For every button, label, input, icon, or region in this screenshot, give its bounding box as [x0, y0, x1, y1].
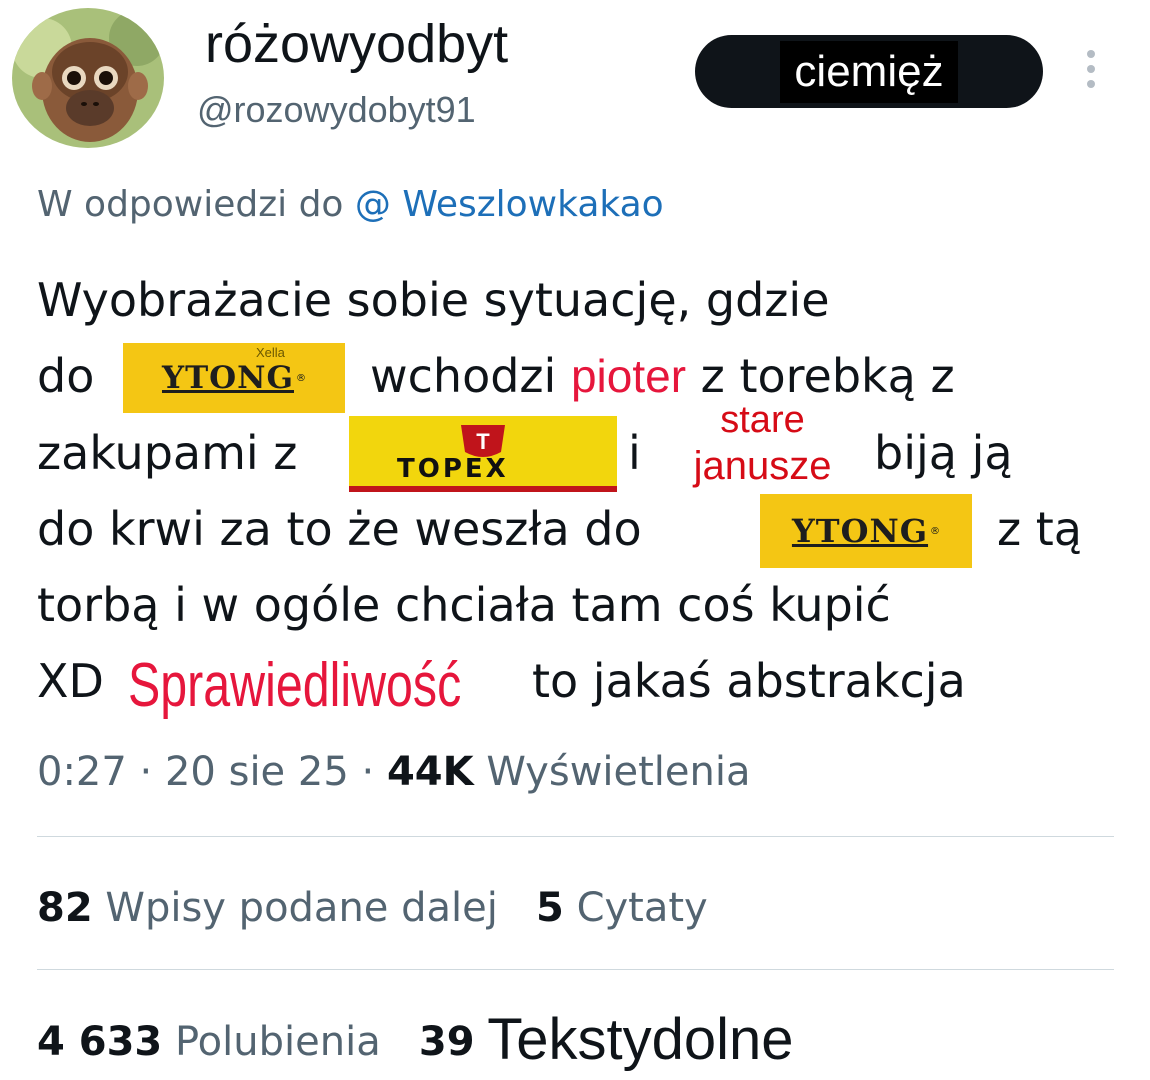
quotes-count: 5	[536, 885, 564, 931]
ytong-logo-2: YTONG ®	[760, 494, 972, 568]
overlay-word-janusze: janusze	[693, 444, 832, 488]
topex-logo-text: TOPEX	[397, 454, 509, 484]
tweet-word-wchodzi: wchodzi	[370, 349, 557, 403]
tweet-line-2-end: z torebką z	[700, 349, 955, 403]
stare-janusze-overlay: stare janusze	[660, 400, 865, 492]
tweet-line-3-start: zakupami z	[37, 426, 298, 480]
stats-row-1: 82 Wpisy podane dalej 5 Cytaty	[37, 880, 708, 936]
reply-context: W odpowiedzi do @ Weszlowkakao	[37, 180, 664, 230]
retweets-label: Wpisy podane dalej	[105, 885, 498, 931]
ytong-logo-text: YTONG	[161, 360, 294, 396]
ytong-reg-mark-2: ®	[930, 525, 941, 537]
meta-separator: ·	[139, 749, 153, 795]
topex-logo: T TOPEX	[349, 416, 617, 492]
quotes-stat[interactable]: 5 Cytaty	[536, 885, 708, 931]
divider	[37, 969, 1114, 970]
tweet-meta: 0:27 · 20 sie 25 · 44K Wyświetlenia	[37, 744, 751, 800]
monkey-avatar-icon	[12, 8, 164, 148]
tweet-line-3-end: biją ją	[874, 426, 1013, 480]
bookmarks-stat[interactable]: 39 Tekstydolne	[418, 1011, 794, 1069]
retweets-stat[interactable]: 82 Wpisy podane dalej	[37, 885, 498, 931]
bookmarks-label: Tekstydolne	[487, 1007, 794, 1072]
likes-label: Polubienia	[174, 1019, 381, 1065]
tweet-time[interactable]: 0:27	[37, 749, 127, 795]
views-count: 44K	[386, 749, 474, 795]
retweets-count: 82	[37, 885, 93, 931]
likes-count: 4 633	[37, 1019, 163, 1065]
stats-row-2: 4 633 Polubienia 39 Tekstydolne	[37, 1011, 794, 1070]
quotes-label: Cytaty	[576, 885, 708, 931]
tweet-word-xd: XD	[37, 654, 104, 708]
ytong-reg-mark: ®	[296, 372, 306, 384]
tweet-red-name: pioter	[570, 350, 687, 402]
tweet-line-5: torbą i w ogóle chciała tam coś kupić	[37, 578, 891, 632]
overlay-word-stare: stare	[720, 399, 805, 441]
tweet-line-1: Wyobrażacie sobie sytuację, gdzie	[37, 273, 830, 327]
reply-handle-link[interactable]: @ Weszlowkakao	[355, 184, 664, 225]
tweet-word-do: do	[37, 349, 95, 403]
views-label: Wyświetlenia	[486, 749, 751, 795]
follow-button-label: ciemięż	[780, 40, 958, 103]
tweet-word-i: i	[628, 426, 641, 480]
bookmarks-count: 39	[418, 1019, 475, 1065]
likes-stat[interactable]: 4 633 Polubienia	[37, 1019, 381, 1065]
divider	[37, 836, 1114, 837]
follow-button[interactable]: ciemięż	[695, 35, 1043, 108]
avatar[interactable]	[12, 8, 164, 148]
user-handle[interactable]: @rozowydobyt91	[197, 88, 476, 132]
xella-label: Xella	[256, 345, 285, 360]
tweet-line-6-end: to jakaś abstrakcja	[532, 654, 966, 708]
meta-separator: ·	[361, 749, 375, 795]
tweet-line-4-end: z tą	[997, 502, 1082, 556]
ytong-logo-text-2: YTONG	[791, 512, 929, 550]
svg-text:T: T	[476, 429, 490, 454]
tweet-line-4-start: do krwi za to że weszła do	[37, 502, 642, 556]
reply-prefix: W odpowiedzi do	[37, 184, 344, 225]
more-vertical-icon[interactable]	[1078, 50, 1104, 96]
tweet-date[interactable]: 20 sie 25	[165, 749, 349, 795]
ytong-logo: Xella YTONG ®	[123, 343, 345, 413]
display-name[interactable]: różowyodbyt	[205, 12, 508, 76]
tweet-red-sprawiedliwosc: Sprawiedliwość	[128, 651, 462, 720]
